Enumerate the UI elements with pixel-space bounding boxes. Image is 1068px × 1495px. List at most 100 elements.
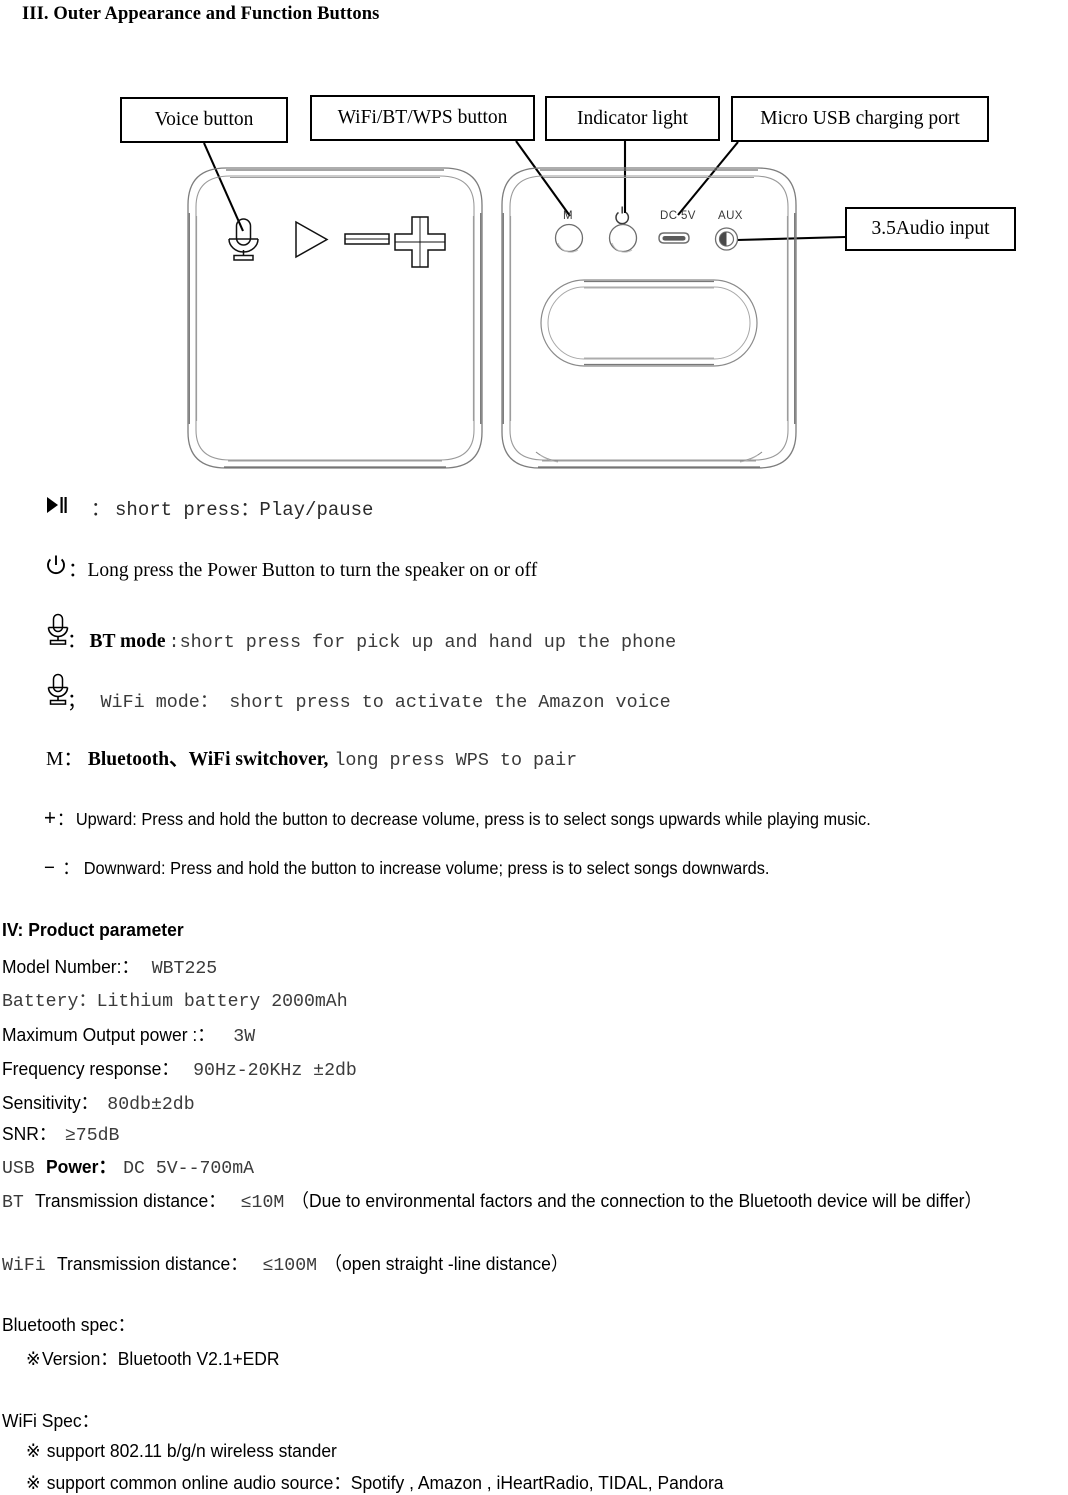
param-prefix: BT: [2, 1193, 35, 1213]
callout-indicator-light: Indicator light: [545, 96, 720, 141]
minus-icon: −: [44, 857, 55, 879]
leader-audio-input: [736, 235, 846, 242]
param-label: Transmission distance：: [34, 1190, 226, 1211]
function-separator: ；: [67, 691, 87, 712]
callout-label: 3.5Audio input: [871, 218, 990, 239]
param-prefix: USB: [2, 1159, 46, 1179]
label-dc-5v: DC 5V: [660, 210, 696, 222]
param-row-frequency-response: Frequency response： 90Hz-20KHz ±2db: [2, 1054, 357, 1081]
param-row-sensitivity: Sensitivity： 80db±2db: [2, 1088, 195, 1115]
function-separator: ：: [68, 560, 88, 581]
param-value: WBT225: [151, 959, 218, 979]
param-value: 80db±2db: [107, 1095, 195, 1115]
wifi-spec-item-standard: ※ support 802.11 b/g/n wireless stander: [26, 1440, 355, 1462]
front-shell-outer: [187, 167, 483, 469]
param-value: 90Hz-20KHz ±2db: [193, 1061, 357, 1081]
label-aux: AUX: [718, 210, 743, 222]
document-page: III. Outer Appearance and Function Butto…: [0, 0, 1068, 1495]
param-prefix: WiFi: [2, 1256, 57, 1276]
label-mode: M: [563, 210, 573, 222]
param-value: ≥75dB: [64, 1126, 120, 1146]
function-separator: ：: [56, 809, 74, 829]
speaker-front-unit: [187, 167, 483, 469]
callout-label: Indicator light: [576, 107, 688, 129]
item-text: support common online audio source：Spoti…: [46, 1472, 724, 1493]
param-value: Lithium battery 2000mAh: [96, 992, 348, 1012]
param-label: Power：: [45, 1156, 116, 1177]
function-text: Long press the Power Button to turn the …: [87, 560, 538, 581]
bluetooth-spec-item-version: ※Version：Bluetooth V2.1+EDR: [26, 1344, 294, 1371]
heading-text: Bluetooth spec：: [2, 1314, 136, 1335]
heading-text: IV: Product parameter: [2, 919, 184, 940]
function-bold-text: Bluetooth、WiFi switchover,: [87, 749, 329, 770]
callout-micro-usb-charging-port: Micro USB charging port: [731, 96, 989, 142]
function-text: WiFi mode： short press to activate the A…: [100, 692, 671, 713]
param-label: Model Number:：: [2, 956, 139, 977]
param-row-usb-power: USB Power： DC 5V--700mA: [2, 1152, 254, 1179]
speaker-rear-unit: [501, 167, 797, 469]
bullet-icon: ※: [26, 1348, 41, 1369]
function-bold-text: BT mode: [89, 631, 166, 652]
callout-wifi-bt-wps-button: WiFi/BT/WPS button: [310, 95, 535, 141]
wifi-spec-item-audio-sources: ※ support common online audio source：Spot…: [26, 1468, 767, 1495]
param-row-wifi-transmission-distance: WiFi Transmission distance： ≤100M （open st…: [2, 1249, 584, 1276]
rear-port-labels: M DC 5V AUX: [563, 210, 743, 222]
wifi-spec-heading: WiFi Spec：: [2, 1406, 105, 1433]
bullet-icon: ※: [26, 1472, 41, 1493]
speaker-grille: [540, 279, 758, 367]
callout-label: Voice button: [154, 109, 254, 130]
param-label: Frequency response：: [2, 1058, 179, 1079]
function-text: Downward: Press and hold the button to i…: [84, 858, 770, 878]
aux-port: [714, 227, 739, 251]
function-separator: ：: [62, 858, 79, 878]
param-label: Battery：: [2, 992, 97, 1012]
item-text: support 802.11 b/g/n wireless stander: [46, 1440, 337, 1461]
power-glyph-icon: [615, 206, 630, 225]
callout-label: WiFi/BT/WPS button: [337, 107, 508, 128]
param-label: Transmission distance：: [56, 1253, 248, 1274]
product-parameter-heading: IV: Product parameter: [2, 919, 195, 942]
micro-usb-port: [658, 232, 690, 244]
item-text: Version：Bluetooth V2.1+EDR: [41, 1348, 280, 1369]
plus-icon: [394, 216, 446, 268]
leader-voice-button: [203, 142, 244, 232]
param-label: SNR：: [2, 1123, 57, 1144]
param-note: （open straight -line distance）: [324, 1253, 569, 1274]
function-text: :short press for pick up and hand up the…: [168, 632, 677, 653]
function-row-volume-up: + ： Upward: Press and hold the button to…: [44, 806, 931, 831]
function-text: long press WPS to pair: [334, 750, 578, 771]
front-icon-row: [228, 216, 446, 268]
function-row-wifi-mode: ； WiFi mode： short press to activate the…: [45, 673, 671, 713]
heading-text: WiFi Spec：: [2, 1410, 100, 1431]
callout-voice-button: Voice button: [120, 97, 288, 143]
bluetooth-spec-heading: Bluetooth spec：: [2, 1310, 144, 1337]
callout-label: Micro USB charging port: [760, 108, 960, 129]
param-row-battery: Battery：Lithium battery 2000mAh: [2, 986, 348, 1012]
rear-shell-inner: [509, 175, 789, 461]
function-separator: ：: [63, 749, 83, 770]
leader-wifi-bt-wps: [515, 140, 571, 217]
function-row-power: ： Long press the Power Button to turn th…: [45, 553, 537, 582]
function-row-volume-down: − ： Downward: Press and hold the button …: [44, 855, 822, 880]
mode-button: [554, 223, 584, 253]
rear-controls: [540, 223, 758, 367]
param-row-snr: SNR： ≥75dB: [2, 1119, 119, 1146]
param-row-max-output-power: Maximum Output power :： 3W: [2, 1020, 255, 1047]
bullet-icon: ※: [26, 1440, 41, 1461]
play-icon: [295, 220, 329, 259]
minus-icon: [344, 233, 390, 245]
param-value: 3W: [233, 1027, 256, 1047]
rear-shell-outer: [501, 167, 797, 469]
param-value: ≤100M: [262, 1256, 318, 1276]
function-row-mode-switch: M ： Bluetooth、WiFi switchover, long pres…: [46, 742, 577, 771]
param-row-model-number: Model Number:： WBT225: [2, 952, 217, 979]
callout-audio-input: 3.5Audio input: [845, 207, 1016, 251]
function-row-bt-mode: ： BT mode :short press for pick up and h…: [45, 613, 676, 653]
param-label: Maximum Output power :：: [2, 1024, 215, 1045]
leader-micro-usb: [677, 141, 739, 216]
param-row-bt-transmission-distance: BT Transmission distance： ≤10M （Due to env…: [2, 1182, 1066, 1222]
power-button: [608, 223, 638, 253]
mic-icon: [228, 218, 259, 261]
function-text: Upward: Press and hold the button to dec…: [76, 809, 872, 829]
param-value: ≤10M: [240, 1193, 285, 1213]
